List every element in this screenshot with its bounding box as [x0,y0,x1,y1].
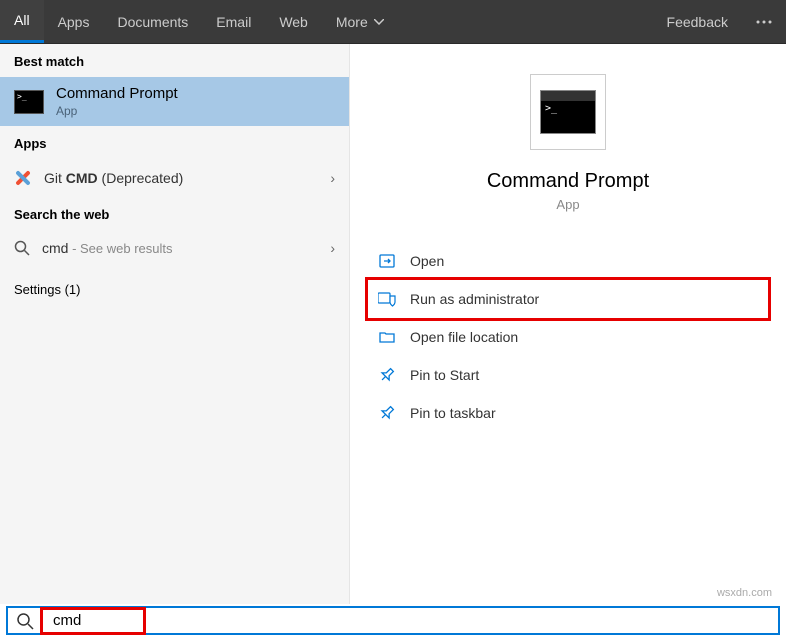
tab-more[interactable]: More [322,0,398,43]
web-result-item[interactable]: cmd - See web results › [0,230,349,266]
app-result-git-cmd[interactable]: Git CMD (Deprecated) › [0,159,349,197]
search-input-highlight [40,607,146,635]
tab-documents[interactable]: Documents [103,0,202,43]
feedback-button[interactable]: Feedback [653,0,742,43]
tab-all[interactable]: All [0,0,44,43]
watermark: wsxdn.com [717,587,772,599]
search-results-panel: Best match Command Prompt App Apps Git C… [0,44,786,604]
folder-icon [378,328,396,346]
apps-header: Apps [0,126,349,159]
action-label: Run as administrator [410,291,539,307]
best-match-header: Best match [0,44,349,77]
preview-pane: Command Prompt App Open Run as administr… [350,44,786,604]
open-icon [378,252,396,270]
settings-header[interactable]: Settings (1) [0,266,349,305]
action-run-as-administrator[interactable]: Run as administrator [365,277,771,321]
action-open[interactable]: Open [368,242,768,280]
pin-icon [378,366,396,384]
overflow-menu-button[interactable] [742,0,786,43]
web-result-label: cmd - See web results [42,240,173,256]
best-match-title: Command Prompt [56,85,178,102]
best-match-subtitle: App [56,104,178,118]
preview-subtitle: App [556,197,579,212]
search-web-header: Search the web [0,197,349,230]
search-icon [14,610,36,632]
search-input[interactable] [53,612,133,629]
tab-email[interactable]: Email [202,0,265,43]
admin-shield-icon [378,290,396,308]
preview-icon-container [530,74,606,150]
preview-actions: Open Run as administrator Open file loca… [350,242,786,432]
best-match-item[interactable]: Command Prompt App [0,77,349,126]
action-pin-to-start[interactable]: Pin to Start [368,356,768,394]
git-icon [14,169,32,187]
action-label: Pin to taskbar [410,405,496,421]
command-prompt-icon [14,90,44,114]
chevron-right-icon: › [330,170,335,186]
pin-icon [378,404,396,422]
action-pin-to-taskbar[interactable]: Pin to taskbar [368,394,768,432]
tab-web[interactable]: Web [265,0,322,43]
search-category-tabs: All Apps Documents Email Web More Feedba… [0,0,786,44]
app-result-label: Git CMD (Deprecated) [44,170,183,186]
chevron-right-icon: › [330,240,335,256]
action-label: Open file location [410,329,518,345]
tab-apps[interactable]: Apps [44,0,104,43]
action-label: Pin to Start [410,367,479,383]
command-prompt-icon [540,90,596,134]
chevron-down-icon [374,19,384,25]
tab-more-label: More [336,14,368,30]
search-bar[interactable] [6,606,780,635]
search-icon [14,240,30,256]
preview-title: Command Prompt [487,170,649,193]
action-label: Open [410,253,444,269]
results-list: Best match Command Prompt App Apps Git C… [0,44,350,604]
action-open-file-location[interactable]: Open file location [368,318,768,356]
ellipsis-icon [756,20,772,24]
